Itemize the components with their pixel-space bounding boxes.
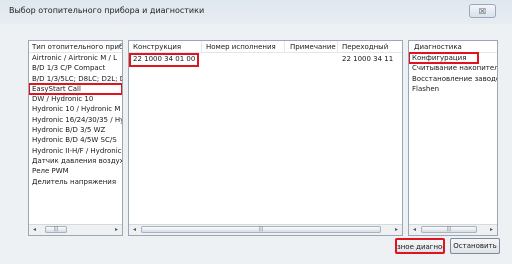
table-header: Конструкция Номер исполнения Примечание …	[129, 41, 402, 53]
column-divider[interactable]	[284, 41, 285, 52]
renew-diagnostics-button[interactable]: зное диагност	[395, 238, 445, 254]
diagnostics-scrollbar[interactable]: ◂ ||| ▸	[409, 224, 497, 235]
heater-type-item-selected[interactable]: EasyStart Call	[29, 82, 122, 96]
heater-type-header-label: Тип отопительного прибора	[32, 43, 122, 51]
scroll-right-icon[interactable]: ▸	[112, 226, 121, 234]
column-divider[interactable]	[201, 41, 202, 52]
heater-type-item[interactable]: Hydronic B/D 4/5W SC/S	[29, 135, 122, 145]
scroll-thumb[interactable]: |||	[421, 226, 477, 233]
close-icon: ☒	[478, 7, 487, 16]
heater-type-item[interactable]: Hydronic II-H/F / Hydronic I	[29, 146, 122, 156]
heater-type-item[interactable]: B/D 1/3 C/P Compact	[29, 63, 122, 73]
scroll-left-icon[interactable]: ◂	[410, 226, 419, 234]
scroll-right-icon[interactable]: ▸	[392, 226, 401, 234]
heater-type-item[interactable]: DW / Hydronic 10	[29, 94, 122, 104]
heater-type-item[interactable]: Датчик давления воздуха	[29, 156, 122, 166]
diagnostics-item[interactable]: Считывание накопителя н	[409, 63, 497, 73]
configuration-table: Конструкция Номер исполнения Примечание …	[128, 40, 403, 236]
diagnostics-header[interactable]: Диагностика	[409, 41, 497, 53]
diagnostics-item[interactable]: Восстановление заводско	[409, 74, 497, 84]
heater-type-item[interactable]: Airtronic / Airtronic M / L	[29, 53, 122, 63]
window-title: Выбор отопительного прибора и диагностик…	[9, 6, 205, 15]
scroll-thumb[interactable]: |||	[45, 226, 67, 233]
heater-type-scrollbar[interactable]: ◂ ||| ▸	[29, 224, 122, 235]
heater-type-item[interactable]: Делитель напряжения	[29, 177, 122, 187]
scroll-left-icon[interactable]: ◂	[130, 226, 139, 234]
scroll-thumb[interactable]: |||	[141, 226, 381, 233]
scroll-left-icon[interactable]: ◂	[30, 226, 39, 234]
diagnostics-list[interactable]: Диагностика Конфигурация Считывание нако…	[408, 40, 498, 236]
diagnostics-item-selected[interactable]: Конфигурация	[409, 51, 479, 65]
highlight-construction-cell	[129, 53, 199, 67]
column-header-note[interactable]: Примечание	[290, 43, 336, 51]
heater-type-items: Airtronic / Airtronic M / L B/D 1/3 C/P …	[29, 53, 122, 187]
heater-type-list[interactable]: Тип отопительного прибора Airtronic / Ai…	[28, 40, 123, 236]
column-header-version[interactable]: Номер исполнения	[206, 43, 276, 51]
table-scrollbar[interactable]: ◂ ||| ▸	[129, 224, 402, 235]
heater-type-item[interactable]: Hydronic B/D 3/5 WZ	[29, 125, 122, 135]
diagnostics-item[interactable]: Flashen	[409, 84, 497, 94]
heater-type-header[interactable]: Тип отопительного прибора	[29, 41, 122, 53]
close-button[interactable]: ☒	[469, 4, 496, 18]
column-header-construction[interactable]: Конструкция	[133, 43, 181, 51]
scroll-right-icon[interactable]: ▸	[487, 226, 496, 234]
column-header-transition[interactable]: Переходный	[342, 43, 388, 51]
stop-button[interactable]: Остановить	[450, 238, 500, 254]
heater-type-item[interactable]: Hydronic 10 / Hydronic M /	[29, 104, 122, 114]
column-divider[interactable]	[337, 41, 338, 52]
heater-type-item[interactable]: B/D 1/3/5LC; D8LC; D2L; D	[29, 74, 122, 84]
dialog-window: Выбор отопительного прибора и диагностик…	[0, 0, 512, 264]
heater-type-item[interactable]: Реле PWM	[29, 166, 122, 176]
diagnostics-header-label: Диагностика	[414, 43, 462, 51]
diagnostics-items: Конфигурация Считывание накопителя н Вос…	[409, 51, 497, 94]
heater-type-item[interactable]: Hydronic 16/24/30/35 / Hy	[29, 115, 122, 125]
cell-transition: 22 1000 34 11	[342, 55, 394, 63]
